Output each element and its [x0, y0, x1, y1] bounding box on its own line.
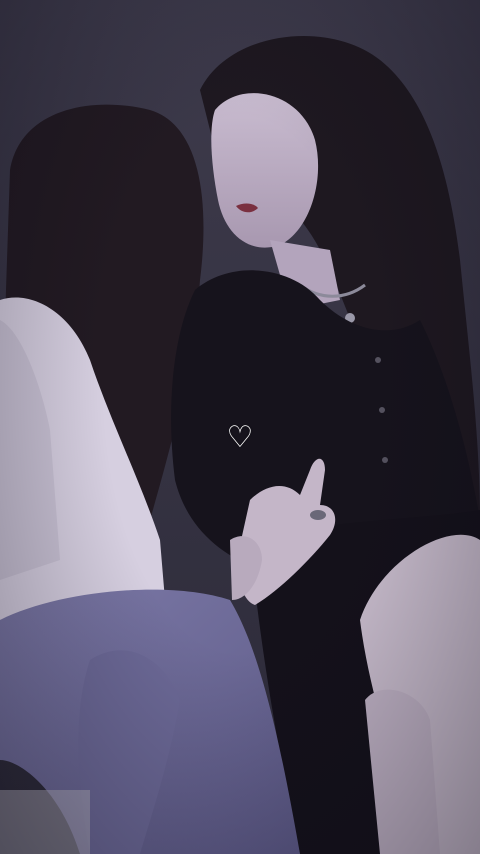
video-frame: ♡	[0, 0, 480, 854]
heart-outline-icon[interactable]: ♡	[224, 420, 256, 456]
